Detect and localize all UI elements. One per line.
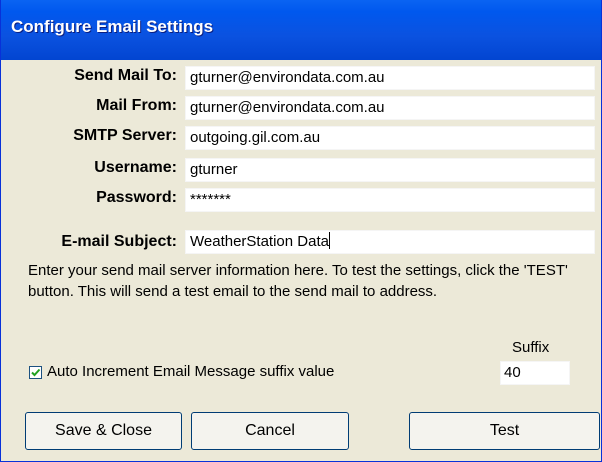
suffix-label: Suffix [512,339,550,356]
cancel-button[interactable]: Cancel [191,412,349,450]
email-subject-field[interactable]: WeatherStation Data [185,230,595,254]
text-caret [328,232,330,249]
send-mail-to-label: Send Mail To: [74,67,177,84]
configure-email-dialog: Configure Email Settings Send Mail To: g… [0,0,602,462]
smtp-server-label: SMTP Server: [73,127,177,144]
mail-from-label: Mail From: [96,97,177,114]
window-title: Configure Email Settings [11,17,214,36]
username-label: Username: [94,159,177,176]
save-close-button[interactable]: Save & Close [25,412,182,450]
checkmark-icon [31,368,41,377]
info-text: Enter your send mail server information … [28,262,568,300]
auto-increment-label[interactable]: Auto Increment Email Message suffix valu… [47,363,334,380]
suffix-field[interactable]: 40 [500,361,570,385]
test-button[interactable]: Test [409,412,600,450]
smtp-server-field[interactable]: outgoing.gil.com.au [185,126,595,150]
email-subject-value: WeatherStation Data [190,233,329,250]
password-field[interactable]: ******* [185,188,595,212]
title-bar[interactable]: Configure Email Settings [1,0,601,60]
send-mail-to-field[interactable]: gturner@environdata.com.au [185,66,595,90]
username-field[interactable]: gturner [185,158,595,182]
password-label: Password: [96,189,177,206]
email-subject-label: E-mail Subject: [61,233,177,250]
auto-increment-checkbox[interactable] [29,366,42,379]
mail-from-field[interactable]: gturner@environdata.com.au [185,96,595,120]
